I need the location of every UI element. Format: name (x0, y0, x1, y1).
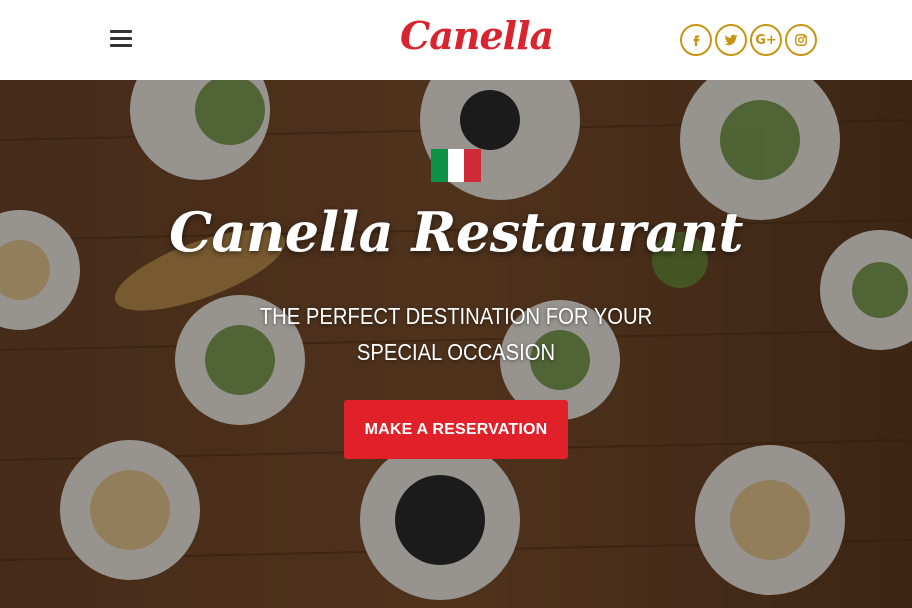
google-plus-icon[interactable]: G+ (750, 24, 782, 56)
hero-section: Canella Restaurant THE PERFECT DESTINATI… (0, 80, 912, 608)
google-plus-glyph: G+ (755, 32, 777, 48)
instagram-icon[interactable] (785, 24, 817, 56)
hero-title: Canella Restaurant (169, 200, 743, 264)
italian-flag-icon (431, 149, 482, 182)
facebook-icon[interactable] (680, 24, 712, 56)
hamburger-menu-icon[interactable] (110, 30, 132, 48)
hero-subtitle: THE PERFECT DESTINATION FOR YOUR SPECIAL… (259, 303, 653, 365)
social-links: G+ (680, 24, 817, 56)
site-header: Canella G+ (0, 0, 912, 80)
twitter-icon[interactable] (715, 24, 747, 56)
make-reservation-button[interactable]: MAKE A RESERVATION (344, 400, 568, 459)
logo[interactable]: Canella (400, 8, 554, 64)
